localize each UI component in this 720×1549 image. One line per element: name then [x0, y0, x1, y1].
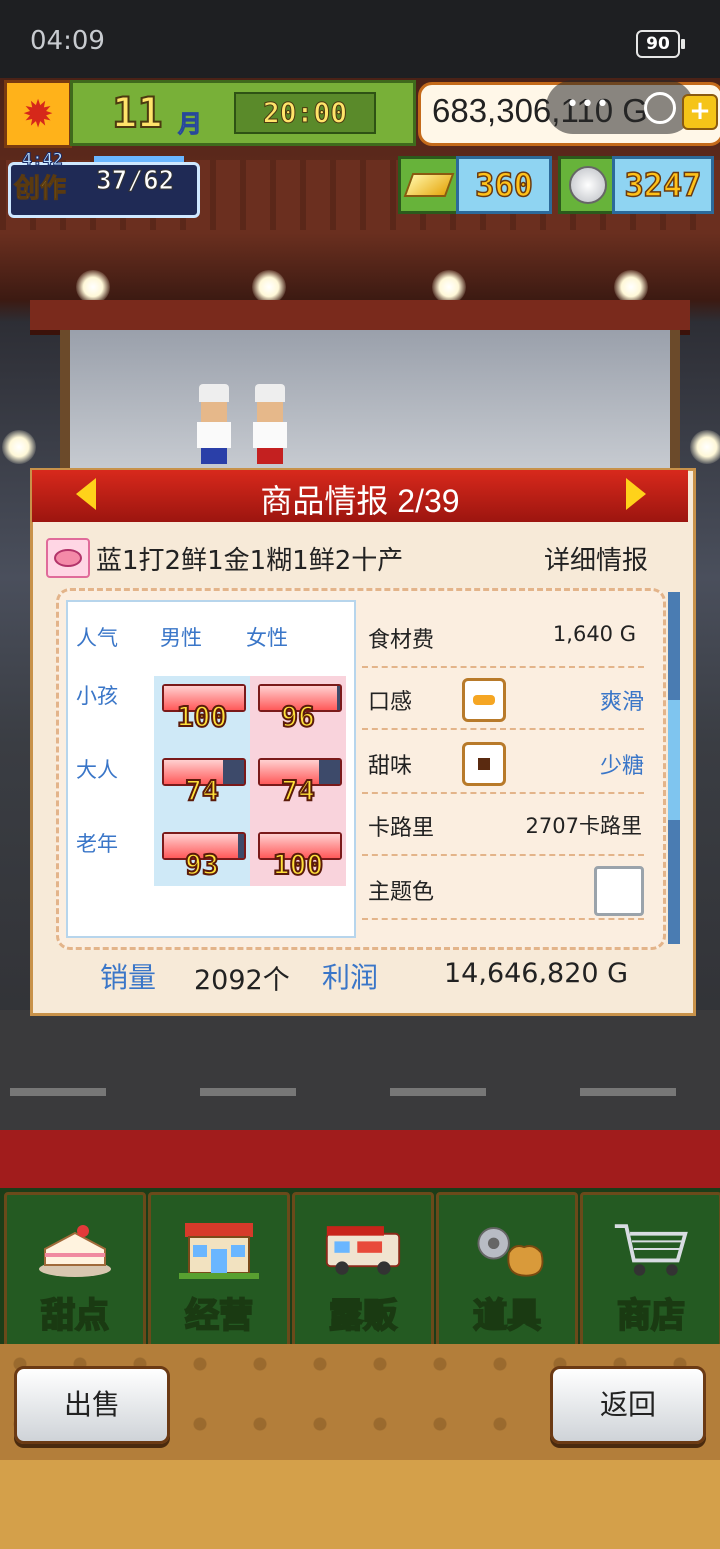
popularity-header: 人气 [76, 626, 118, 650]
status-clock: 04:09 [30, 26, 105, 56]
menu-dessert[interactable]: 甜点 [4, 1192, 146, 1348]
male-header: 男性 [160, 626, 202, 650]
lamp-icon [614, 270, 648, 304]
attr-label: 甜味 [368, 754, 413, 779]
popularity-cell: 100 [154, 676, 246, 748]
chef-character[interactable] [196, 384, 232, 464]
attr-label: 主题色 [368, 880, 435, 905]
popularity-value: 74 [184, 773, 220, 808]
gold-value: 360 [456, 156, 552, 214]
sweetness-icon [462, 742, 506, 786]
lamp-icon [76, 270, 110, 304]
road-marking [200, 1088, 296, 1096]
attr-label: 口感 [368, 690, 413, 715]
attr-value: 1,640 G [552, 622, 636, 646]
attr-label: 食材费 [368, 628, 435, 653]
create-count: 37/62 [95, 166, 175, 197]
popularity-cell: 74 [154, 750, 246, 822]
sales-value: 2092个 [194, 965, 290, 996]
sales-label: 销量 [100, 961, 157, 994]
lamp-icon [252, 270, 286, 304]
row-label-adult: 大人 [76, 758, 118, 782]
prev-arrow-icon[interactable] [76, 478, 96, 510]
create-label: 创作 [13, 174, 67, 205]
sales-summary: 销量 2092个 利润 14,646,820 G [56, 956, 660, 1000]
attr-theme-color: 主题色 [362, 860, 644, 920]
month-unit: 月 [178, 110, 203, 139]
menu-label: 道具 [472, 1295, 542, 1337]
food-truck-icon [323, 1209, 403, 1289]
road-marking [580, 1088, 676, 1096]
create-timer-bar [94, 156, 184, 162]
menu-shop[interactable]: 商店 [580, 1192, 720, 1348]
dialog-title: 商品情报 2/39 [260, 483, 460, 519]
game-time: 20:00 [234, 92, 376, 134]
attr-texture: 口感 爽滑 [362, 670, 644, 730]
texture-icon [462, 678, 506, 722]
attr-value: 2707卡路里 [525, 814, 642, 838]
popularity-cell: 100 [250, 824, 342, 896]
detail-info-button[interactable]: 详细情报 [544, 540, 648, 577]
attr-calorie: 卡路里 2707卡路里 [362, 796, 644, 856]
shop-window [60, 330, 680, 470]
next-arrow-icon[interactable] [626, 478, 646, 510]
scrollbar-thumb[interactable] [668, 700, 680, 820]
menu-label: 甜点 [40, 1295, 110, 1337]
footer-floor [0, 1460, 720, 1549]
attr-value: 少糖 [599, 754, 644, 779]
sell-button[interactable]: 出售 [14, 1366, 170, 1444]
menu-label: 露贩 [328, 1295, 398, 1337]
decor-band [0, 1130, 720, 1188]
close-ring-icon[interactable] [644, 92, 676, 124]
menu-label: 经营 [184, 1295, 254, 1337]
popularity-value: 100 [176, 699, 229, 734]
road-marking [10, 1088, 106, 1096]
menu-label: 商店 [616, 1295, 686, 1337]
row-label-senior: 老年 [76, 832, 118, 856]
popularity-cell: 74 [250, 750, 342, 822]
lamp-icon [2, 430, 36, 464]
attr-ingredient-cost: 食材费 1,640 G [362, 608, 644, 668]
popularity-cell: 96 [250, 676, 342, 748]
chef-character[interactable] [252, 384, 288, 464]
shop-building-icon [179, 1209, 259, 1289]
menu-stall[interactable]: 露贩 [292, 1192, 434, 1348]
lamp-icon [432, 270, 466, 304]
add-money-button[interactable]: + [682, 94, 718, 130]
product-icon [46, 538, 90, 578]
maple-leaf-icon: ✹ [4, 80, 72, 148]
more-icon[interactable]: ••• [566, 92, 611, 117]
popularity-cell: 93 [154, 824, 246, 896]
silver-coin-icon [558, 156, 618, 214]
shopping-cart-icon [611, 1209, 691, 1289]
attr-sweetness: 甜味 少糖 [362, 734, 644, 794]
attr-value: 爽滑 [599, 690, 644, 715]
female-header: 女性 [246, 626, 288, 650]
profit-value: 14,646,820 G [444, 958, 629, 989]
popularity-value: 96 [280, 699, 316, 734]
gear-bag-icon [467, 1209, 547, 1289]
profit-label: 利润 [322, 961, 379, 994]
gold-bar-icon [398, 156, 460, 214]
menu-management[interactable]: 经营 [148, 1192, 290, 1348]
cake-icon [35, 1209, 115, 1289]
menu-items[interactable]: 道具 [436, 1192, 578, 1348]
popularity-value: 100 [272, 847, 325, 882]
create-timer: 4:42 [22, 150, 64, 171]
back-button[interactable]: 返回 [550, 1366, 706, 1444]
status-bar [0, 0, 720, 78]
theme-color-swatch[interactable] [594, 866, 644, 916]
popularity-value: 74 [280, 773, 316, 808]
product-name: 蓝1打2鲜1金1糊1鲜2十产 [96, 546, 404, 576]
lamp-icon [690, 430, 720, 464]
row-label-child: 小孩 [76, 684, 118, 708]
battery-icon: 90 [636, 30, 685, 58]
month-value: 11 [111, 87, 164, 138]
road-marking [390, 1088, 486, 1096]
attr-label: 卡路里 [368, 816, 435, 841]
road [0, 1010, 720, 1130]
silver-value: 3247 [612, 156, 714, 214]
popularity-value: 93 [184, 847, 220, 882]
